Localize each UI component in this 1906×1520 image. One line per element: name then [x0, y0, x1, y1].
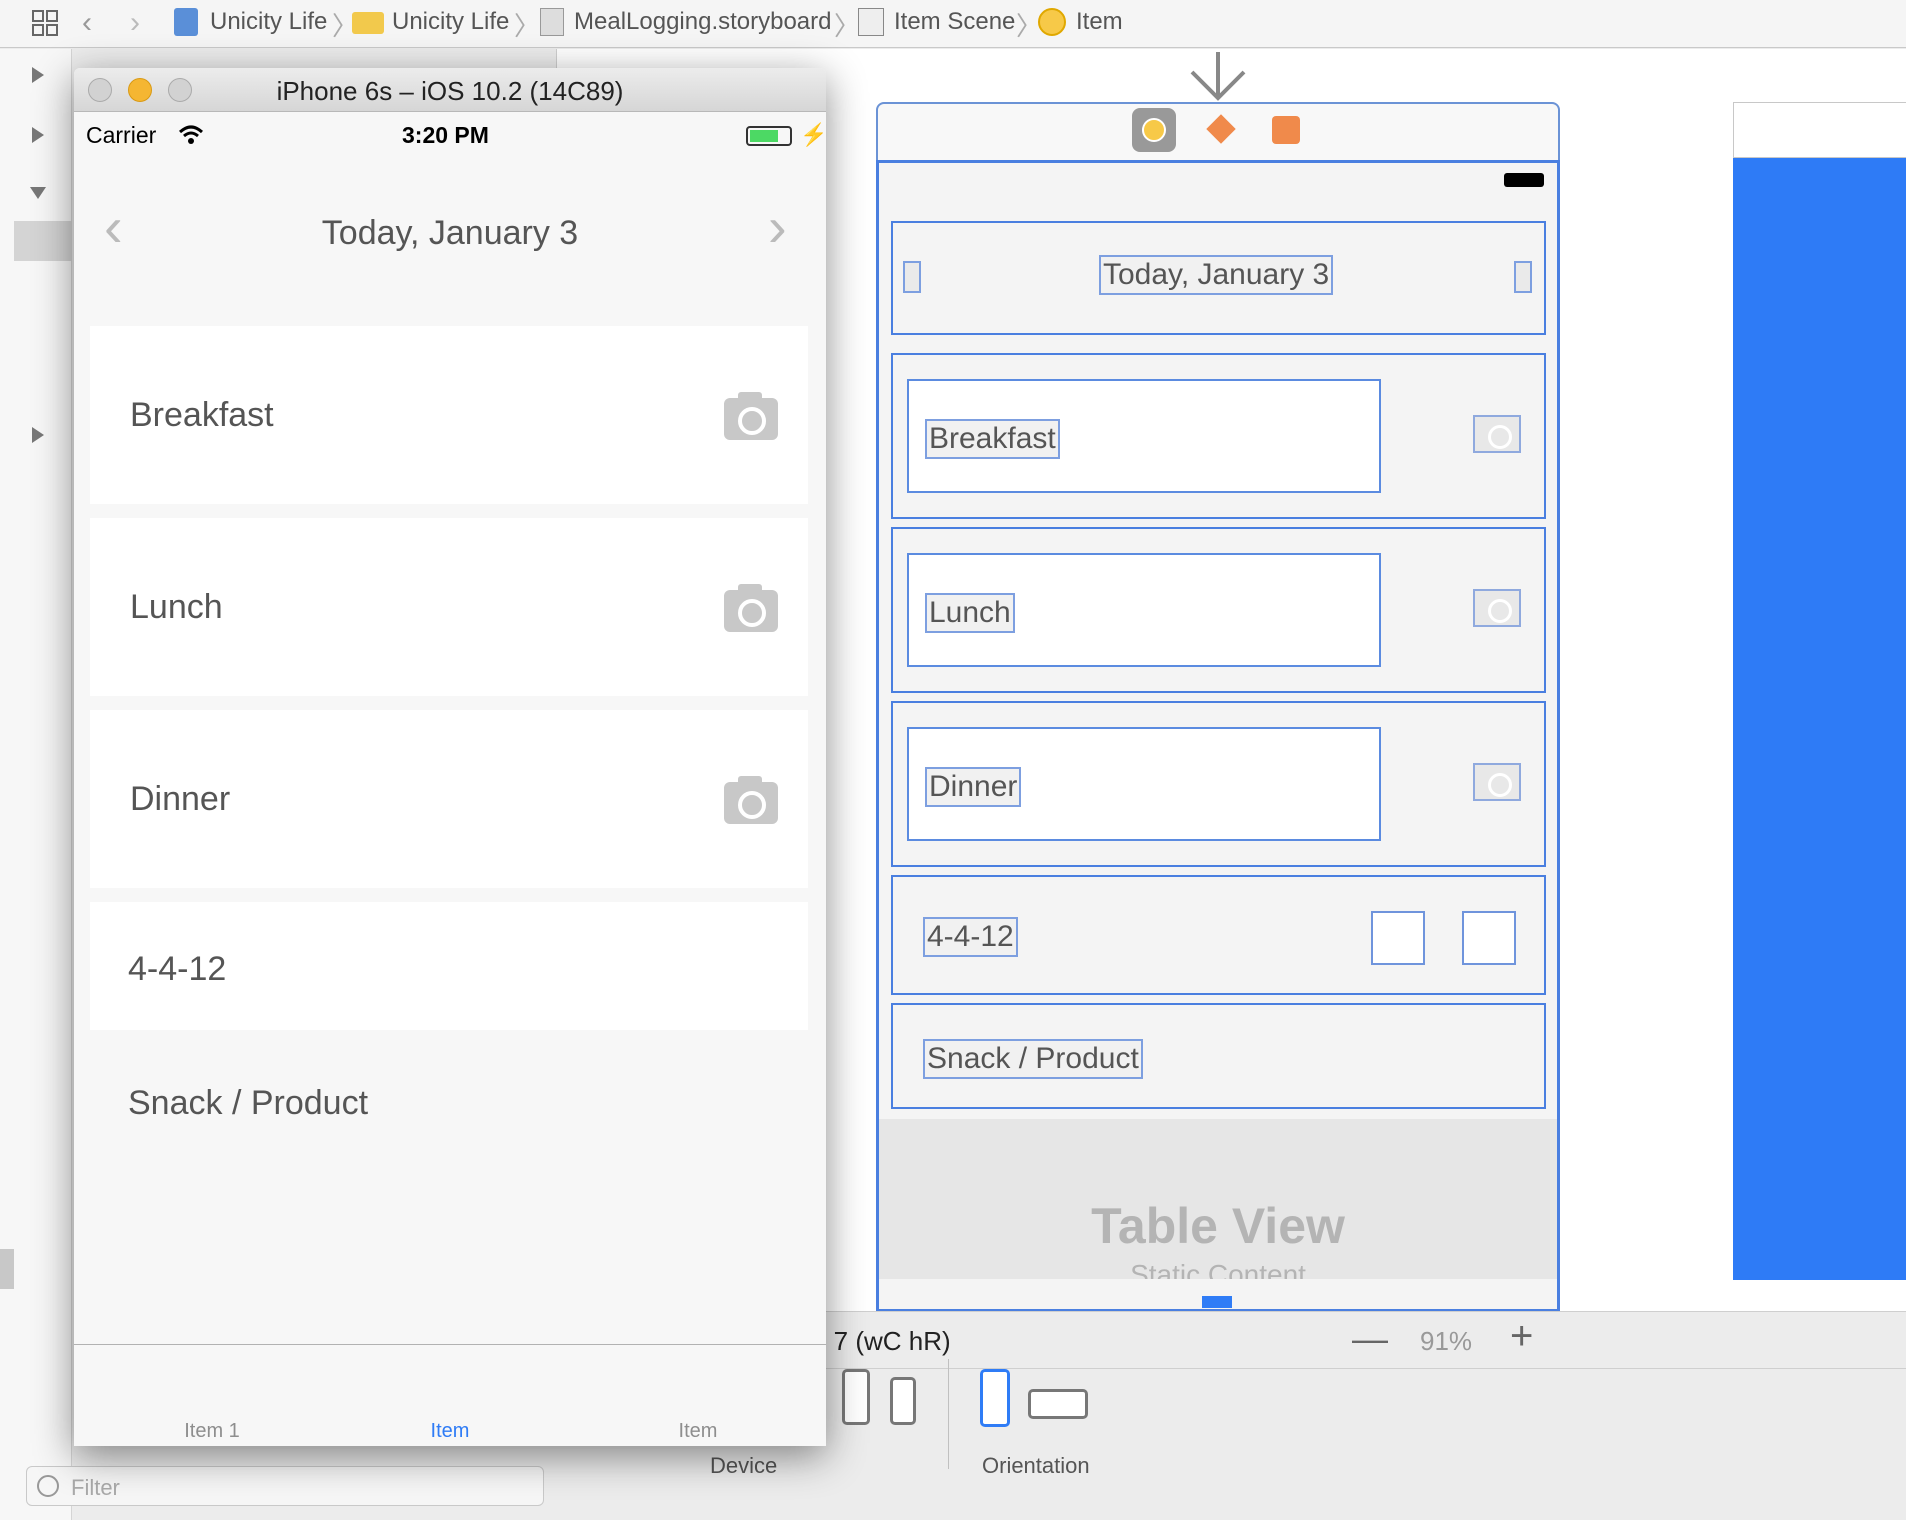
orientation-portrait-icon[interactable] — [980, 1369, 1010, 1427]
table-row[interactable]: Dinner — [891, 701, 1546, 867]
table-row[interactable]: 4-4-12 — [90, 902, 808, 1030]
camera-icon[interactable] — [724, 392, 778, 440]
forward-arrow-icon[interactable]: › — [130, 6, 140, 40]
checkbox-placeholder[interactable] — [1462, 911, 1516, 965]
table-row[interactable]: Snack / Product — [891, 1003, 1546, 1109]
device-iphone-icon[interactable] — [842, 1369, 870, 1425]
filter-icon — [37, 1475, 59, 1497]
scroller[interactable] — [0, 1249, 14, 1289]
wifi-icon — [178, 124, 204, 151]
nav-title-label: Today, January 3 — [1099, 255, 1334, 295]
table-view-placeholder: Table View Static Content — [879, 1119, 1557, 1279]
device-iphone-icon[interactable] — [890, 1377, 916, 1425]
scene-dock — [876, 102, 1560, 162]
camera-icon[interactable] — [724, 776, 778, 824]
simulator-screen[interactable]: Carrier 3:20 PM ⚡ ‹ Today, January 3 › B… — [74, 112, 826, 1446]
table-row[interactable]: Dinner — [90, 710, 808, 888]
chevron-right-icon: 〉 — [834, 11, 861, 41]
exit-icon[interactable] — [1272, 116, 1300, 144]
breadcrumb-item-group[interactable]: Unicity Life — [392, 8, 509, 36]
chevron-right-icon: 〉 — [514, 11, 541, 41]
outline-selected-row[interactable] — [14, 221, 72, 261]
camera-icon[interactable] — [1473, 415, 1521, 453]
breadcrumb-item-scene[interactable]: Item Scene — [894, 8, 1015, 36]
disclosure-triangle-icon[interactable] — [32, 427, 44, 443]
table-row[interactable]: Breakfast — [891, 353, 1546, 519]
charging-icon: ⚡ — [800, 122, 826, 147]
project-icon — [174, 8, 198, 36]
checkbox-placeholder[interactable] — [1371, 911, 1425, 965]
cell-label: Breakfast — [925, 419, 1060, 459]
jump-bar: ‹ › Unicity Life 〉 Unicity Life 〉 MealLo… — [0, 0, 1906, 48]
simulator-window[interactable]: iPhone 6s – iOS 10.2 (14C89) Carrier 3:2… — [74, 68, 826, 1446]
disclosure-triangle-icon[interactable] — [32, 127, 44, 143]
cell-label: Breakfast — [130, 396, 274, 434]
back-arrow-icon[interactable]: ‹ — [82, 6, 92, 40]
next-scene-view[interactable] — [1733, 158, 1906, 1280]
camera-icon[interactable] — [724, 584, 778, 632]
zoom-in-button[interactable]: + — [1510, 1314, 1533, 1359]
folder-icon — [352, 12, 384, 34]
table-row[interactable]: Lunch — [891, 527, 1546, 693]
table-view-sublabel: Static Content — [1130, 1259, 1306, 1279]
view-controller-icon — [1038, 8, 1066, 36]
nav-title: Today, January 3 — [321, 214, 579, 252]
orientation-label: Orientation — [982, 1453, 1090, 1478]
tab-bar-divider — [74, 1344, 826, 1345]
document-outline — [0, 49, 72, 1520]
tab-item-active[interactable]: Item — [360, 1420, 540, 1443]
cell-label: 4-4-12 — [128, 950, 227, 988]
device-label: Device — [710, 1453, 778, 1478]
grid-icon[interactable] — [32, 10, 58, 36]
breadcrumb-item-file[interactable]: MealLogging.storyboard — [574, 8, 832, 36]
camera-icon[interactable] — [1473, 763, 1521, 801]
breadcrumb-item-controller[interactable]: Item — [1076, 8, 1123, 36]
tab-item-3[interactable]: Item — [608, 1420, 788, 1443]
table-view-label: Table View — [1091, 1198, 1345, 1254]
nav-header-view[interactable]: Today, January 3 — [891, 221, 1546, 335]
simulator-title: iPhone 6s – iOS 10.2 (14C89) — [276, 76, 624, 106]
disclosure-triangle-icon[interactable] — [32, 67, 44, 83]
zoom-level: 91% — [1420, 1326, 1473, 1356]
next-day-button[interactable] — [1514, 261, 1532, 293]
next-scene-dock — [1733, 102, 1906, 158]
view-controller-icon[interactable] — [1132, 108, 1176, 152]
scroll-indicator[interactable] — [1202, 1296, 1232, 1308]
cell-label: Dinner — [925, 767, 1022, 807]
filter-placeholder: Filter — [71, 1475, 120, 1500]
battery-icon — [746, 126, 792, 146]
tab-item-1[interactable]: Item 1 — [122, 1420, 302, 1443]
table-row[interactable]: 4-4-12 — [891, 875, 1546, 995]
battery-icon — [1504, 173, 1544, 187]
zoom-out-button[interactable]: — — [1352, 1318, 1388, 1360]
device-config-label[interactable]: e 7 (wC hR) — [812, 1326, 951, 1357]
scene-icon — [858, 8, 884, 36]
breadcrumb-item-project[interactable]: Unicity Life — [210, 8, 327, 36]
first-responder-icon[interactable] — [1206, 114, 1236, 144]
time-label: 3:20 PM — [402, 122, 489, 148]
carrier-label: Carrier — [86, 122, 157, 148]
table-row[interactable]: Lunch — [90, 518, 808, 696]
prev-day-button[interactable] — [903, 261, 921, 293]
next-day-button[interactable]: › — [768, 194, 787, 259]
cell-label: Lunch — [130, 588, 223, 626]
entry-arrow-icon — [1186, 50, 1250, 104]
cell-label: 4-4-12 — [923, 917, 1018, 957]
storyboard-file-icon — [540, 8, 564, 36]
snack-label[interactable]: Snack / Product — [128, 1084, 368, 1123]
cell-label: Lunch — [925, 593, 1015, 633]
disclosure-triangle-open-icon[interactable] — [30, 187, 46, 199]
cell-label: Snack / Product — [923, 1039, 1143, 1079]
table-row[interactable]: Breakfast — [90, 326, 808, 504]
camera-icon[interactable] — [1473, 589, 1521, 627]
orientation-landscape-icon[interactable] — [1028, 1389, 1088, 1419]
divider — [948, 1359, 949, 1469]
cell-label: Dinner — [130, 780, 231, 818]
scene-view[interactable]: Today, January 3 Breakfast Lunch Dinner … — [876, 160, 1560, 1312]
filter-field[interactable]: Filter — [26, 1466, 544, 1506]
simulator-title-bar[interactable]: iPhone 6s – iOS 10.2 (14C89) — [74, 68, 826, 112]
